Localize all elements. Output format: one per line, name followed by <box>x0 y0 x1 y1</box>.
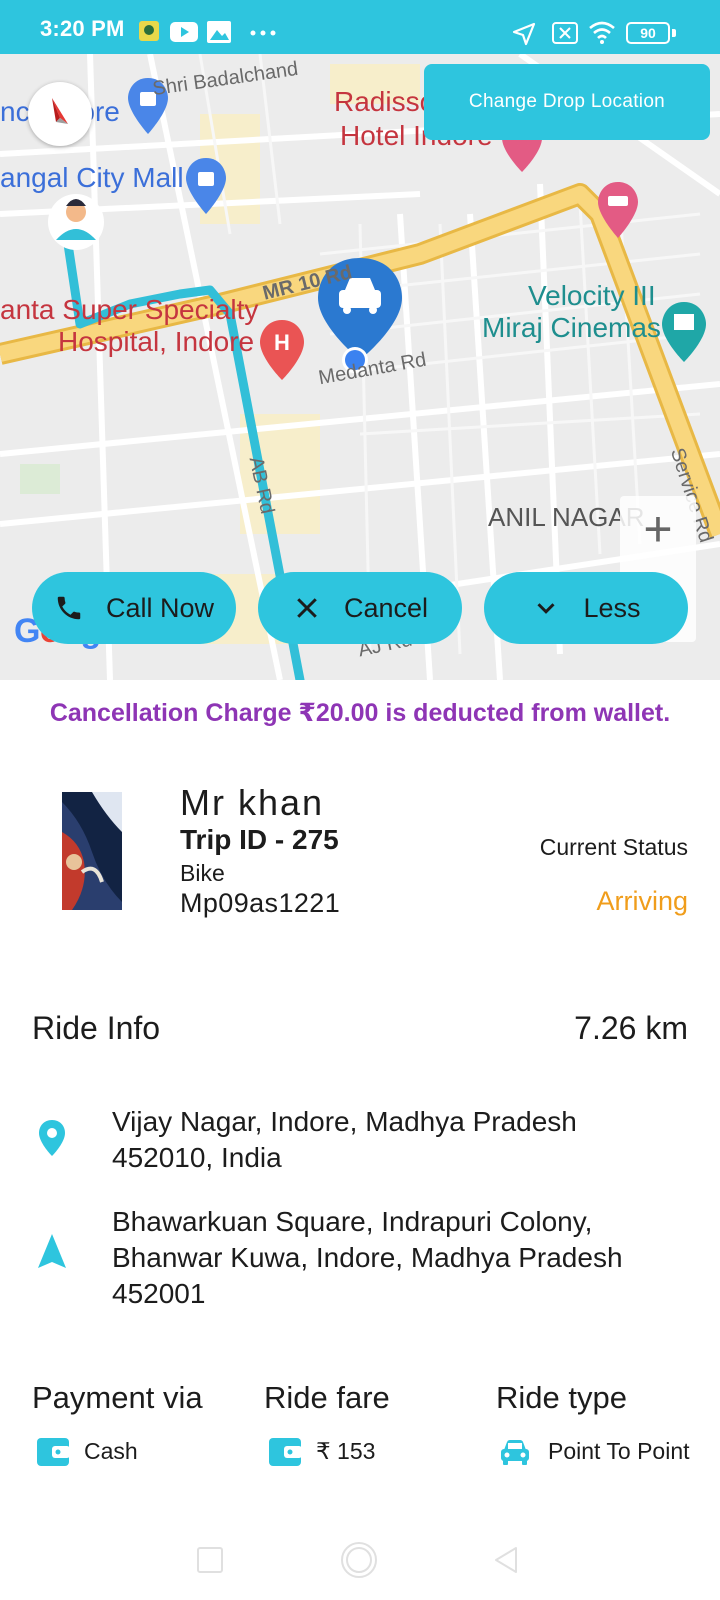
ride-info-title: Ride Info <box>32 1010 161 1046</box>
driver-photo <box>62 792 122 910</box>
trip-id: Trip ID - 275 <box>180 824 339 855</box>
map-label-mall: angal City Mall <box>0 162 184 193</box>
map-label-hospital-1: anta Super Specialty <box>0 294 259 325</box>
fare-wallet-icon <box>269 1438 302 1466</box>
ride-type-title: Ride type <box>496 1380 627 1415</box>
ride-distance: 7.26 km <box>574 1010 688 1046</box>
ride-type-value: Point To Point <box>548 1438 690 1464</box>
battery-icon: 90 <box>626 22 670 44</box>
cancel-button[interactable]: Cancel <box>258 572 462 644</box>
system-nav-buttons <box>197 1542 517 1578</box>
drop-navigation-icon <box>38 1234 66 1268</box>
zoom-in-button[interactable]: + <box>620 496 696 566</box>
vehicle-number: Mp09as1221 <box>180 888 341 918</box>
driver-name: Mr khan <box>180 782 325 823</box>
compass-button[interactable] <box>28 82 92 146</box>
less-button[interactable]: Less <box>484 572 688 644</box>
no-sim-icon <box>552 22 578 44</box>
battery-tip <box>672 29 676 37</box>
payment-via-value: Cash <box>84 1438 138 1464</box>
cancellation-notice: Cancellation Charge ₹20.00 is deducted f… <box>49 699 671 727</box>
compass-icon <box>52 98 68 124</box>
chevron-down-icon <box>537 603 556 614</box>
system-nav-bar <box>0 1520 720 1600</box>
battery-level: 90 <box>640 25 656 41</box>
location-arrow-icon <box>512 22 536 46</box>
change-drop-location-button[interactable]: Change Drop Location <box>424 64 710 140</box>
gallery-icon <box>207 21 231 43</box>
call-now-label: Call Now <box>105 592 215 623</box>
close-icon <box>297 598 317 618</box>
pickup-pin-icon <box>39 1120 65 1156</box>
less-label: Less <box>583 592 641 623</box>
app-notification-icon <box>139 21 159 41</box>
current-status-label: Current Status <box>539 834 688 860</box>
cancel-label: Cancel <box>343 592 429 623</box>
status-bar: 3:20 PM 90 <box>0 0 720 54</box>
call-now-button[interactable]: Call Now <box>32 572 236 644</box>
vehicle-type: Bike <box>180 860 225 886</box>
wifi-icon <box>589 21 615 44</box>
map-label-velocity-1: Velocity III <box>528 280 656 311</box>
svg-text:H: H <box>274 330 290 355</box>
more-notifications-icon <box>250 30 276 36</box>
status-time: 3:20 PM <box>40 16 125 41</box>
drop-address: Bhawarkuan Square, Indrapuri Colony, Bha… <box>112 1206 623 1309</box>
map-label-velocity-2: Miraj Cinemas <box>482 312 661 343</box>
wallet-icon <box>37 1438 70 1466</box>
pickup-address: Vijay Nagar, Indore, Madhya Pradesh 4520… <box>112 1106 577 1173</box>
phone-icon <box>57 596 81 620</box>
youtube-icon <box>170 22 198 42</box>
current-status-value: Arriving <box>596 886 688 916</box>
map-label-hospital-2: Hospital, Indore <box>58 326 255 357</box>
driver-photo-image <box>62 792 122 910</box>
payment-via-title: Payment via <box>32 1380 203 1415</box>
ride-fare-value: ₹ 153 <box>316 1438 376 1464</box>
car-icon <box>501 1440 529 1465</box>
ride-fare-title: Ride fare <box>264 1380 390 1415</box>
